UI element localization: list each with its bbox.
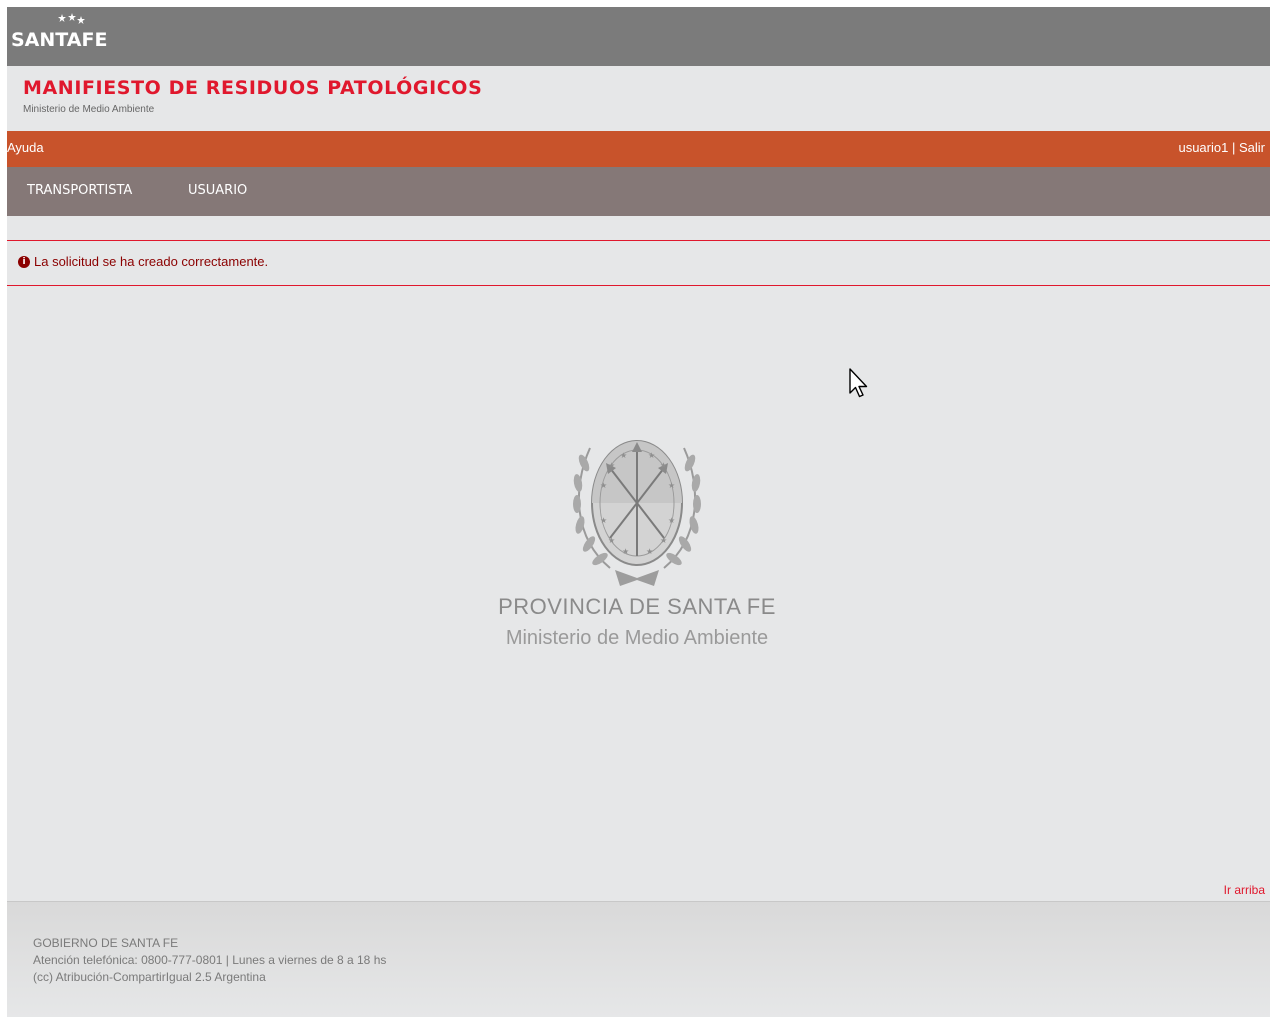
svg-text:★: ★ — [622, 547, 629, 556]
top-bar: SANTAFE — [7, 7, 1270, 66]
success-alert: i La solicitud se ha creado correctament… — [7, 240, 1270, 286]
svg-text:★: ★ — [646, 547, 653, 556]
logo-fe: FE — [81, 29, 108, 51]
svg-text:★: ★ — [660, 536, 667, 545]
page-title: MANIFIESTO DE RESIDUOS PATOLÓGICOS — [23, 77, 483, 99]
logout-link[interactable]: Salir — [1239, 140, 1265, 155]
logo-santa: SANTA — [11, 29, 82, 51]
username-link[interactable]: usuario1 — [1178, 140, 1228, 155]
main-nav: TRANSPORTISTA USUARIO — [7, 167, 1270, 216]
footer-phone: Atención telefónica: 0800-777-0801 | Lun… — [33, 953, 387, 967]
svg-text:★: ★ — [600, 481, 607, 490]
svg-text:★: ★ — [660, 461, 667, 470]
footer: GOBIERNO DE SANTA FE Atención telefónica… — [7, 901, 1270, 1017]
svg-text:★: ★ — [668, 481, 675, 490]
user-box: usuario1 | Salir — [1178, 140, 1265, 155]
province-coat-of-arms-icon: ★ ★ ★ ★ ★ ★ ★ ★ ★ ★ ★ ★ — [573, 440, 701, 586]
user-separator: | — [1231, 140, 1236, 155]
svg-text:★: ★ — [608, 536, 615, 545]
info-icon: i — [18, 256, 30, 268]
back-to-top-link[interactable]: Ir arriba — [1224, 883, 1265, 897]
mouse-pointer-icon — [849, 368, 868, 398]
svg-text:★: ★ — [668, 516, 675, 525]
nav-item-usuario[interactable]: USUARIO — [188, 183, 247, 198]
utility-bar: Ayuda usuario1 | Salir — [7, 131, 1270, 167]
footer-government: GOBIERNO DE SANTA FE — [33, 936, 179, 950]
svg-text:★: ★ — [648, 451, 655, 460]
footer-license[interactable]: (cc) Atribución-CompartirIgual 2.5 Argen… — [33, 970, 266, 984]
svg-text:★: ★ — [600, 516, 607, 525]
province-subtitle: Ministerio de Medio Ambiente — [505, 627, 769, 649]
page-frame: SANTAFE MANIFIESTO DE RESIDUOS PATOLÓGIC… — [7, 7, 1270, 1017]
page-subtitle: Ministerio de Medio Ambiente — [23, 104, 155, 115]
stars-icon — [58, 13, 85, 24]
svg-text:★: ★ — [608, 461, 615, 470]
help-link[interactable]: Ayuda — [7, 140, 44, 155]
alert-message: La solicitud se ha creado correctamente. — [34, 254, 269, 269]
header: MANIFIESTO DE RESIDUOS PATOLÓGICOS Minis… — [7, 66, 1270, 131]
santa-fe-logo[interactable]: SANTAFE — [11, 11, 131, 61]
logo-wordmark: SANTAFE — [11, 29, 107, 51]
province-title: PROVINCIA DE SANTA FE — [498, 594, 776, 619]
svg-text:★: ★ — [620, 451, 627, 460]
nav-item-transportista[interactable]: TRANSPORTISTA — [27, 183, 132, 198]
